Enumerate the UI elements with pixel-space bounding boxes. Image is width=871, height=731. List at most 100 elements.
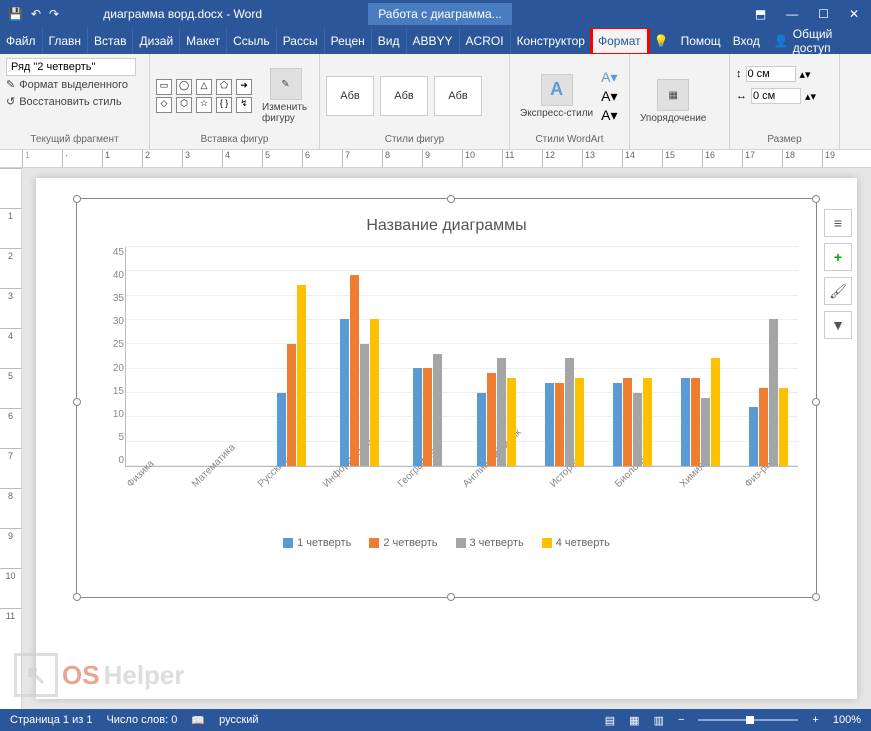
zoom-out-icon[interactable]: −: [678, 714, 684, 726]
legend-item[interactable]: 3 четверть: [456, 537, 524, 549]
resize-handle-s[interactable]: [447, 593, 455, 601]
tab-abbyy[interactable]: ABBYY: [407, 28, 460, 54]
bar[interactable]: [350, 275, 359, 466]
tab-review[interactable]: Рецен: [325, 28, 372, 54]
bar[interactable]: [613, 383, 622, 466]
width-input[interactable]: [751, 88, 801, 104]
tab-layout[interactable]: Макет: [180, 28, 227, 54]
resize-handle-w[interactable]: [73, 398, 81, 406]
bar[interactable]: [555, 383, 564, 466]
redo-icon[interactable]: ↷: [49, 7, 59, 21]
chart-title[interactable]: Название диаграммы: [95, 217, 798, 235]
height-input[interactable]: [746, 66, 796, 82]
bar[interactable]: [565, 358, 574, 466]
bar[interactable]: [545, 383, 554, 466]
tab-mailings[interactable]: Рассы: [277, 28, 325, 54]
reset-style[interactable]: ↺ Восстановить стиль: [6, 93, 143, 110]
bar[interactable]: [711, 358, 720, 466]
tab-format[interactable]: Формат: [592, 28, 648, 54]
bar[interactable]: [340, 319, 349, 466]
bar[interactable]: [643, 378, 652, 466]
bar[interactable]: [423, 368, 432, 466]
save-icon[interactable]: 💾: [8, 7, 23, 21]
ribbon-options-icon[interactable]: ⬒: [755, 7, 766, 21]
legend-item[interactable]: 2 четверть: [369, 537, 437, 549]
bar[interactable]: [360, 344, 369, 466]
page-indicator[interactable]: Страница 1 из 1: [10, 714, 92, 726]
web-layout-icon[interactable]: ▥: [654, 714, 664, 727]
text-fill-icon[interactable]: A▾: [601, 69, 617, 86]
chart-element-selector[interactable]: Ряд "2 четверть": [6, 58, 136, 76]
resize-handle-ne[interactable]: [812, 195, 820, 203]
bar[interactable]: [633, 393, 642, 466]
word-count[interactable]: Число слов: 0: [106, 714, 177, 726]
resize-handle-n[interactable]: [447, 195, 455, 203]
shape-style-2[interactable]: Абв: [380, 76, 428, 116]
tab-design[interactable]: Дизай: [133, 28, 180, 54]
minimize-icon[interactable]: —: [786, 7, 798, 21]
chart-tools-tab[interactable]: Работа с диаграмма...: [368, 3, 512, 25]
resize-handle-nw[interactable]: [73, 195, 81, 203]
zoom-level[interactable]: 100%: [833, 714, 861, 726]
horizontal-ruler[interactable]: 1·12345678910111213141516171819: [0, 150, 871, 168]
chart-legend[interactable]: 1 четверть 2 четверть 3 четверть 4 четверть: [95, 537, 798, 549]
bar[interactable]: [297, 285, 306, 466]
edit-shape-button[interactable]: ✎ Изменить фигуру: [258, 64, 313, 128]
text-outline-icon[interactable]: A▾: [601, 88, 617, 105]
close-icon[interactable]: ✕: [849, 7, 859, 21]
arrange-button[interactable]: ▦ Упорядочение: [636, 75, 710, 128]
spellcheck-icon[interactable]: 📖: [191, 714, 205, 727]
shape-style-1[interactable]: Абв: [326, 76, 374, 116]
legend-item[interactable]: 4 четверть: [542, 537, 610, 549]
format-selection[interactable]: ✎ Формат выделенного: [6, 76, 143, 93]
chart-object[interactable]: ≡ + 🖌 ▼ Название диаграммы 0510152025303…: [76, 198, 817, 598]
tab-file[interactable]: Файл: [0, 28, 43, 54]
zoom-in-icon[interactable]: +: [812, 714, 818, 726]
tab-references[interactable]: Ссыль: [227, 28, 277, 54]
wordart-styles-button[interactable]: A Экспресс-стили: [516, 70, 597, 123]
resize-handle-e[interactable]: [812, 398, 820, 406]
bar[interactable]: [413, 368, 422, 466]
chart-styles-button[interactable]: 🖌: [824, 277, 852, 305]
chart-element-add-button[interactable]: +: [824, 243, 852, 271]
bar[interactable]: [433, 354, 442, 466]
bar[interactable]: [779, 388, 788, 466]
undo-icon[interactable]: ↶: [31, 7, 41, 21]
resize-handle-se[interactable]: [812, 593, 820, 601]
tab-view[interactable]: Вид: [372, 28, 407, 54]
bar[interactable]: [623, 378, 632, 466]
share-button[interactable]: 👤Общий доступ: [766, 28, 871, 54]
bar[interactable]: [277, 393, 286, 466]
bar[interactable]: [497, 358, 506, 466]
tab-acrobat[interactable]: ACROI: [460, 28, 511, 54]
chart-plot-area[interactable]: 051015202530354045: [125, 247, 798, 467]
bar[interactable]: [769, 319, 778, 466]
resize-handle-sw[interactable]: [73, 593, 81, 601]
tab-help[interactable]: Помощ: [675, 28, 727, 54]
bar[interactable]: [287, 344, 296, 466]
bar[interactable]: [487, 373, 496, 466]
bar[interactable]: [759, 388, 768, 466]
vertical-ruler[interactable]: 1234567891011: [0, 168, 22, 709]
chart-filter-button[interactable]: ▼: [824, 311, 852, 339]
maximize-icon[interactable]: ☐: [818, 7, 829, 21]
bar[interactable]: [691, 378, 700, 466]
bar[interactable]: [701, 398, 710, 466]
shape-style-3[interactable]: Абв: [434, 76, 482, 116]
legend-item[interactable]: 1 четверть: [283, 537, 351, 549]
tab-constructor[interactable]: Конструктор: [511, 28, 592, 54]
bar[interactable]: [749, 407, 758, 466]
bar[interactable]: [370, 319, 379, 466]
bar[interactable]: [477, 393, 486, 466]
tab-insert[interactable]: Встав: [88, 28, 133, 54]
bar[interactable]: [507, 378, 516, 466]
tell-me[interactable]: 💡: [648, 28, 675, 54]
zoom-slider[interactable]: [698, 719, 798, 721]
bar[interactable]: [681, 378, 690, 466]
read-mode-icon[interactable]: ▤: [605, 714, 615, 727]
language-indicator[interactable]: русский: [219, 714, 258, 726]
tab-login[interactable]: Вход: [727, 28, 766, 54]
shape-gallery[interactable]: ▭◯△⬠➜ ◇⬡☆{ }↯: [156, 79, 254, 113]
bar[interactable]: [575, 378, 584, 466]
page[interactable]: ≡ + 🖌 ▼ Название диаграммы 0510152025303…: [36, 178, 857, 699]
